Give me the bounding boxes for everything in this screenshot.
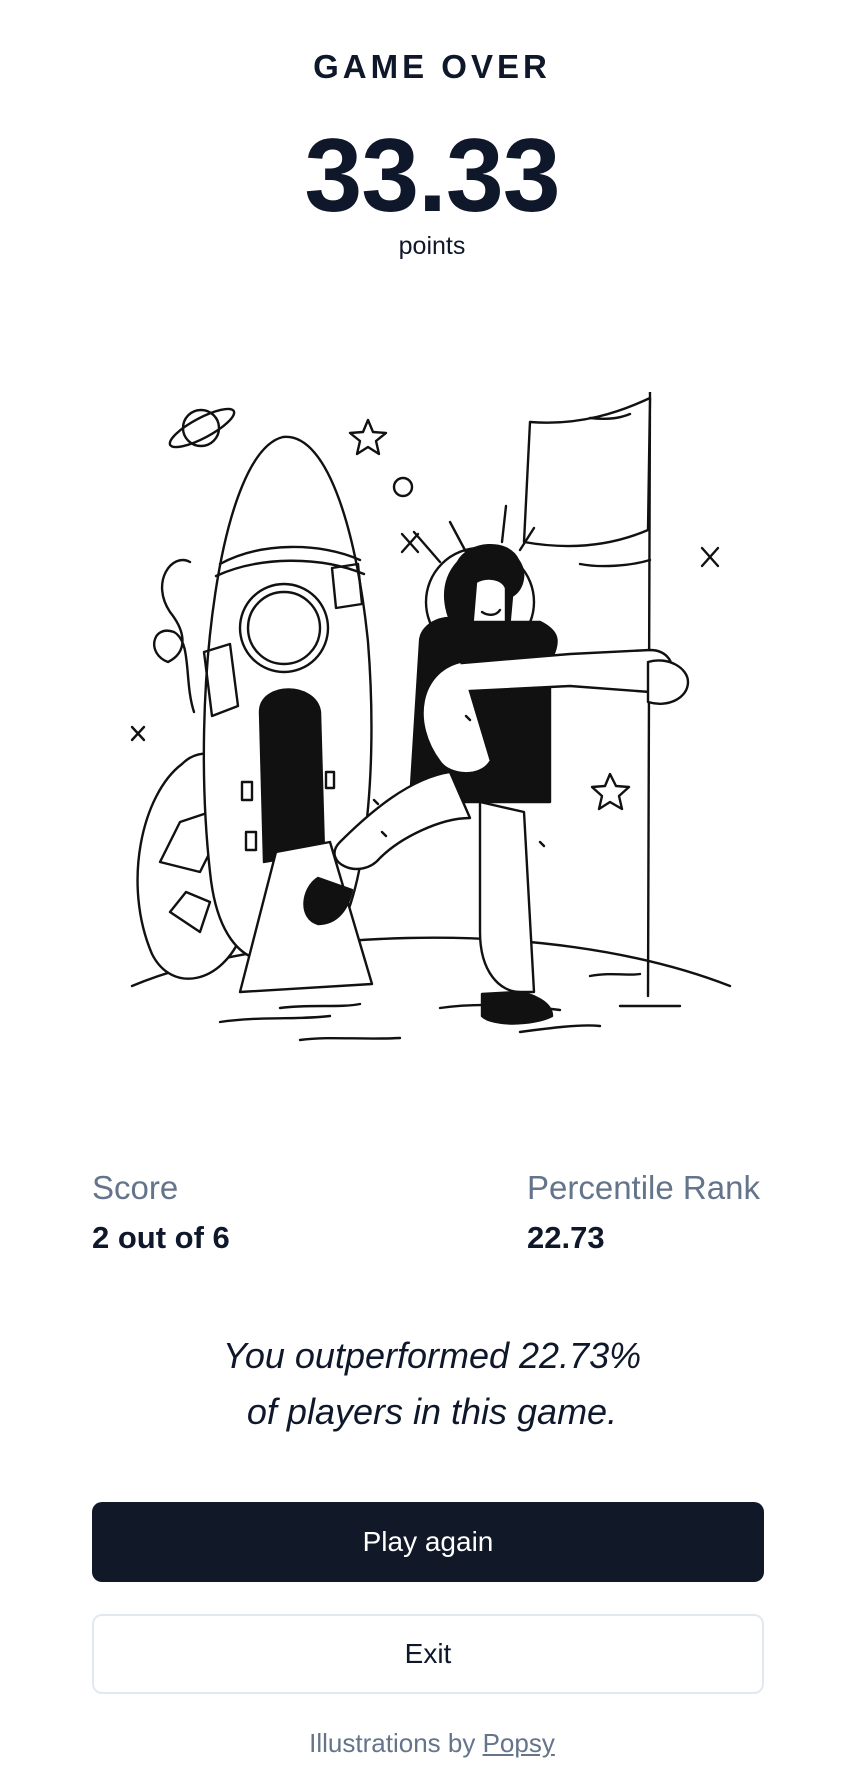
score-stat: Score 2 out of 6 xyxy=(92,1168,230,1258)
star-icon xyxy=(590,772,631,811)
astronaut-rocket-illustration xyxy=(130,392,732,1042)
summary-line-2: of players in this game. xyxy=(246,1391,618,1432)
percentile-rank-stat: Percentile Rank 22.73 xyxy=(527,1168,760,1258)
credit-prefix: Illustrations by xyxy=(309,1728,476,1758)
cross-icon xyxy=(400,532,420,554)
rocket xyxy=(202,435,374,994)
cross-icon xyxy=(700,546,720,568)
summary-line-1: You outperformed 22.73% xyxy=(222,1335,642,1376)
points-label: points xyxy=(398,232,466,260)
squiggle-doodle xyxy=(153,558,196,714)
play-again-button[interactable]: Play again xyxy=(92,1502,764,1582)
planet-icon xyxy=(168,407,236,449)
score-label: Score xyxy=(92,1169,179,1206)
points-value: 33.33 xyxy=(304,118,560,234)
popsy-link[interactable]: Popsy xyxy=(483,1728,555,1758)
page-title: GAME OVER xyxy=(313,48,551,85)
circle-doodle xyxy=(392,476,414,498)
game-over-screen: GAME OVER 33.33 points Score 2 out of 6 … xyxy=(0,0,864,1792)
cross-icon xyxy=(130,725,146,742)
score-value: 2 out of 6 xyxy=(92,1220,230,1255)
percentile-rank-label: Percentile Rank xyxy=(527,1169,760,1206)
percentile-rank-value: 22.73 xyxy=(527,1220,605,1255)
illustration-credit: Illustrations by Popsy xyxy=(0,1728,864,1759)
star-icon xyxy=(348,418,388,456)
exit-button[interactable]: Exit xyxy=(92,1614,764,1694)
performance-summary: You outperformed 22.73% of players in th… xyxy=(0,1328,864,1440)
